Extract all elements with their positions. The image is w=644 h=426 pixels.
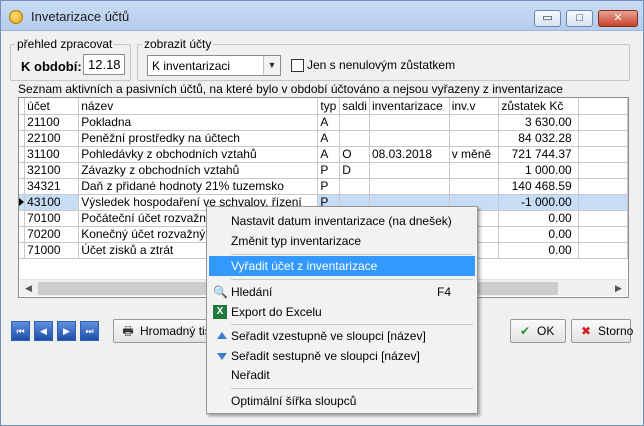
app-icon xyxy=(9,10,23,24)
excel-icon: X xyxy=(213,305,227,319)
sort-descending-icon xyxy=(217,353,227,360)
menu-item-sort-ascending[interactable]: Seřadit vzestupně ve sloupci [název] xyxy=(209,326,475,346)
show-accounts-legend: zobrazit účty xyxy=(144,37,212,51)
nonzero-balance-checkbox[interactable] xyxy=(291,59,304,72)
chevron-down-icon[interactable]: ▼ xyxy=(263,56,280,75)
period-input[interactable]: 12.18 xyxy=(83,54,125,75)
minimize-button[interactable]: ▭ xyxy=(534,10,561,27)
info-text: Seznam aktivních a pasivních účtů, na kt… xyxy=(18,82,563,96)
menu-separator xyxy=(231,388,473,389)
title-bar[interactable]: Invetarizace účtů ▭ □ ✕ xyxy=(1,1,643,31)
row-pointer-icon xyxy=(19,197,24,206)
menu-item-optimal-width[interactable]: Optimální šířka sloupců xyxy=(209,391,475,411)
next-record-button[interactable]: ▶ xyxy=(57,321,76,341)
cancel-button[interactable]: ✖ Storno xyxy=(571,319,633,343)
previous-record-button[interactable]: ◀ xyxy=(34,321,53,341)
table-row[interactable]: 21100 Pokladna A 3 630.00 xyxy=(19,113,628,131)
sort-ascending-icon xyxy=(217,332,227,339)
column-header-account[interactable]: účet xyxy=(24,98,80,115)
column-header-saldi[interactable]: saldi xyxy=(339,98,370,115)
scroll-left-icon[interactable]: ◀ xyxy=(20,280,37,297)
accounts-filter-combo[interactable]: K inventarizaci ▼ xyxy=(147,55,281,76)
cancel-x-icon: ✖ xyxy=(580,324,592,338)
table-row[interactable]: 32100 Závazky z obchodních vztahů P D 1 … xyxy=(19,161,628,179)
column-header-inventarization[interactable]: inventarizace xyxy=(368,98,450,115)
window-title: Invetarizace účtů xyxy=(31,9,130,24)
menu-item-export-excel[interactable]: X Export do Excelu xyxy=(209,302,475,322)
nonzero-balance-label: Jen s nenulovým zůstatkem xyxy=(307,58,456,72)
column-header-type[interactable]: typ xyxy=(317,98,341,115)
ok-button[interactable]: ✔ OK xyxy=(510,319,566,343)
first-record-button[interactable]: ⏮ xyxy=(11,321,30,341)
printer-icon: 🖶 xyxy=(122,324,134,338)
menu-item-exclude-account[interactable]: Vyřadit účet z inventarizace xyxy=(209,256,475,276)
bulk-print-button[interactable]: 🖶 Hromadný tisk xyxy=(113,319,217,343)
maximize-button[interactable]: □ xyxy=(566,10,593,27)
column-header-balance[interactable]: zůstatek Kč xyxy=(498,98,579,115)
table-row[interactable]: 34321 Daň z přidané hodnoty 21% tuzemsko… xyxy=(19,177,628,195)
magnifier-icon: 🔍 xyxy=(213,285,228,299)
menu-item-sort-descending[interactable]: Seřadit sestupně ve sloupci [název] xyxy=(209,346,475,366)
search-shortcut: F4 xyxy=(436,285,451,299)
menu-item-search[interactable]: 🔍 Hledání F4 xyxy=(209,282,475,302)
scroll-right-icon[interactable]: ▶ xyxy=(610,280,627,297)
checkmark-icon: ✔ xyxy=(519,324,531,338)
accounts-filter-value: K inventarizaci xyxy=(152,59,231,73)
context-menu: Nastavit datum inventarizace (na dnešek)… xyxy=(206,206,478,414)
close-button[interactable]: ✕ xyxy=(598,10,638,27)
menu-separator xyxy=(231,279,473,280)
menu-item-change-type[interactable]: Změnit typ inventarizace xyxy=(209,231,475,251)
table-row[interactable]: 22100 Peněžní prostředky na účtech A 84 … xyxy=(19,129,628,147)
menu-separator xyxy=(231,324,473,325)
menu-item-set-date[interactable]: Nastavit datum inventarizace (na dnešek) xyxy=(209,211,475,231)
last-record-button[interactable]: ⏭ xyxy=(80,321,99,341)
column-header-name[interactable]: název xyxy=(78,98,319,115)
period-label: K období: xyxy=(21,59,82,74)
table-header-row: účet název typ saldi inventarizace inv.v… xyxy=(19,98,628,115)
menu-separator xyxy=(231,254,473,255)
table-row[interactable]: 31100 Pohledávky z obchodních vztahů A O… xyxy=(19,145,628,163)
period-group-legend: přehled zpracovat xyxy=(17,37,113,51)
column-header-inv-v[interactable]: inv.v xyxy=(448,98,500,115)
menu-item-no-sort[interactable]: Neřadit xyxy=(209,365,475,385)
